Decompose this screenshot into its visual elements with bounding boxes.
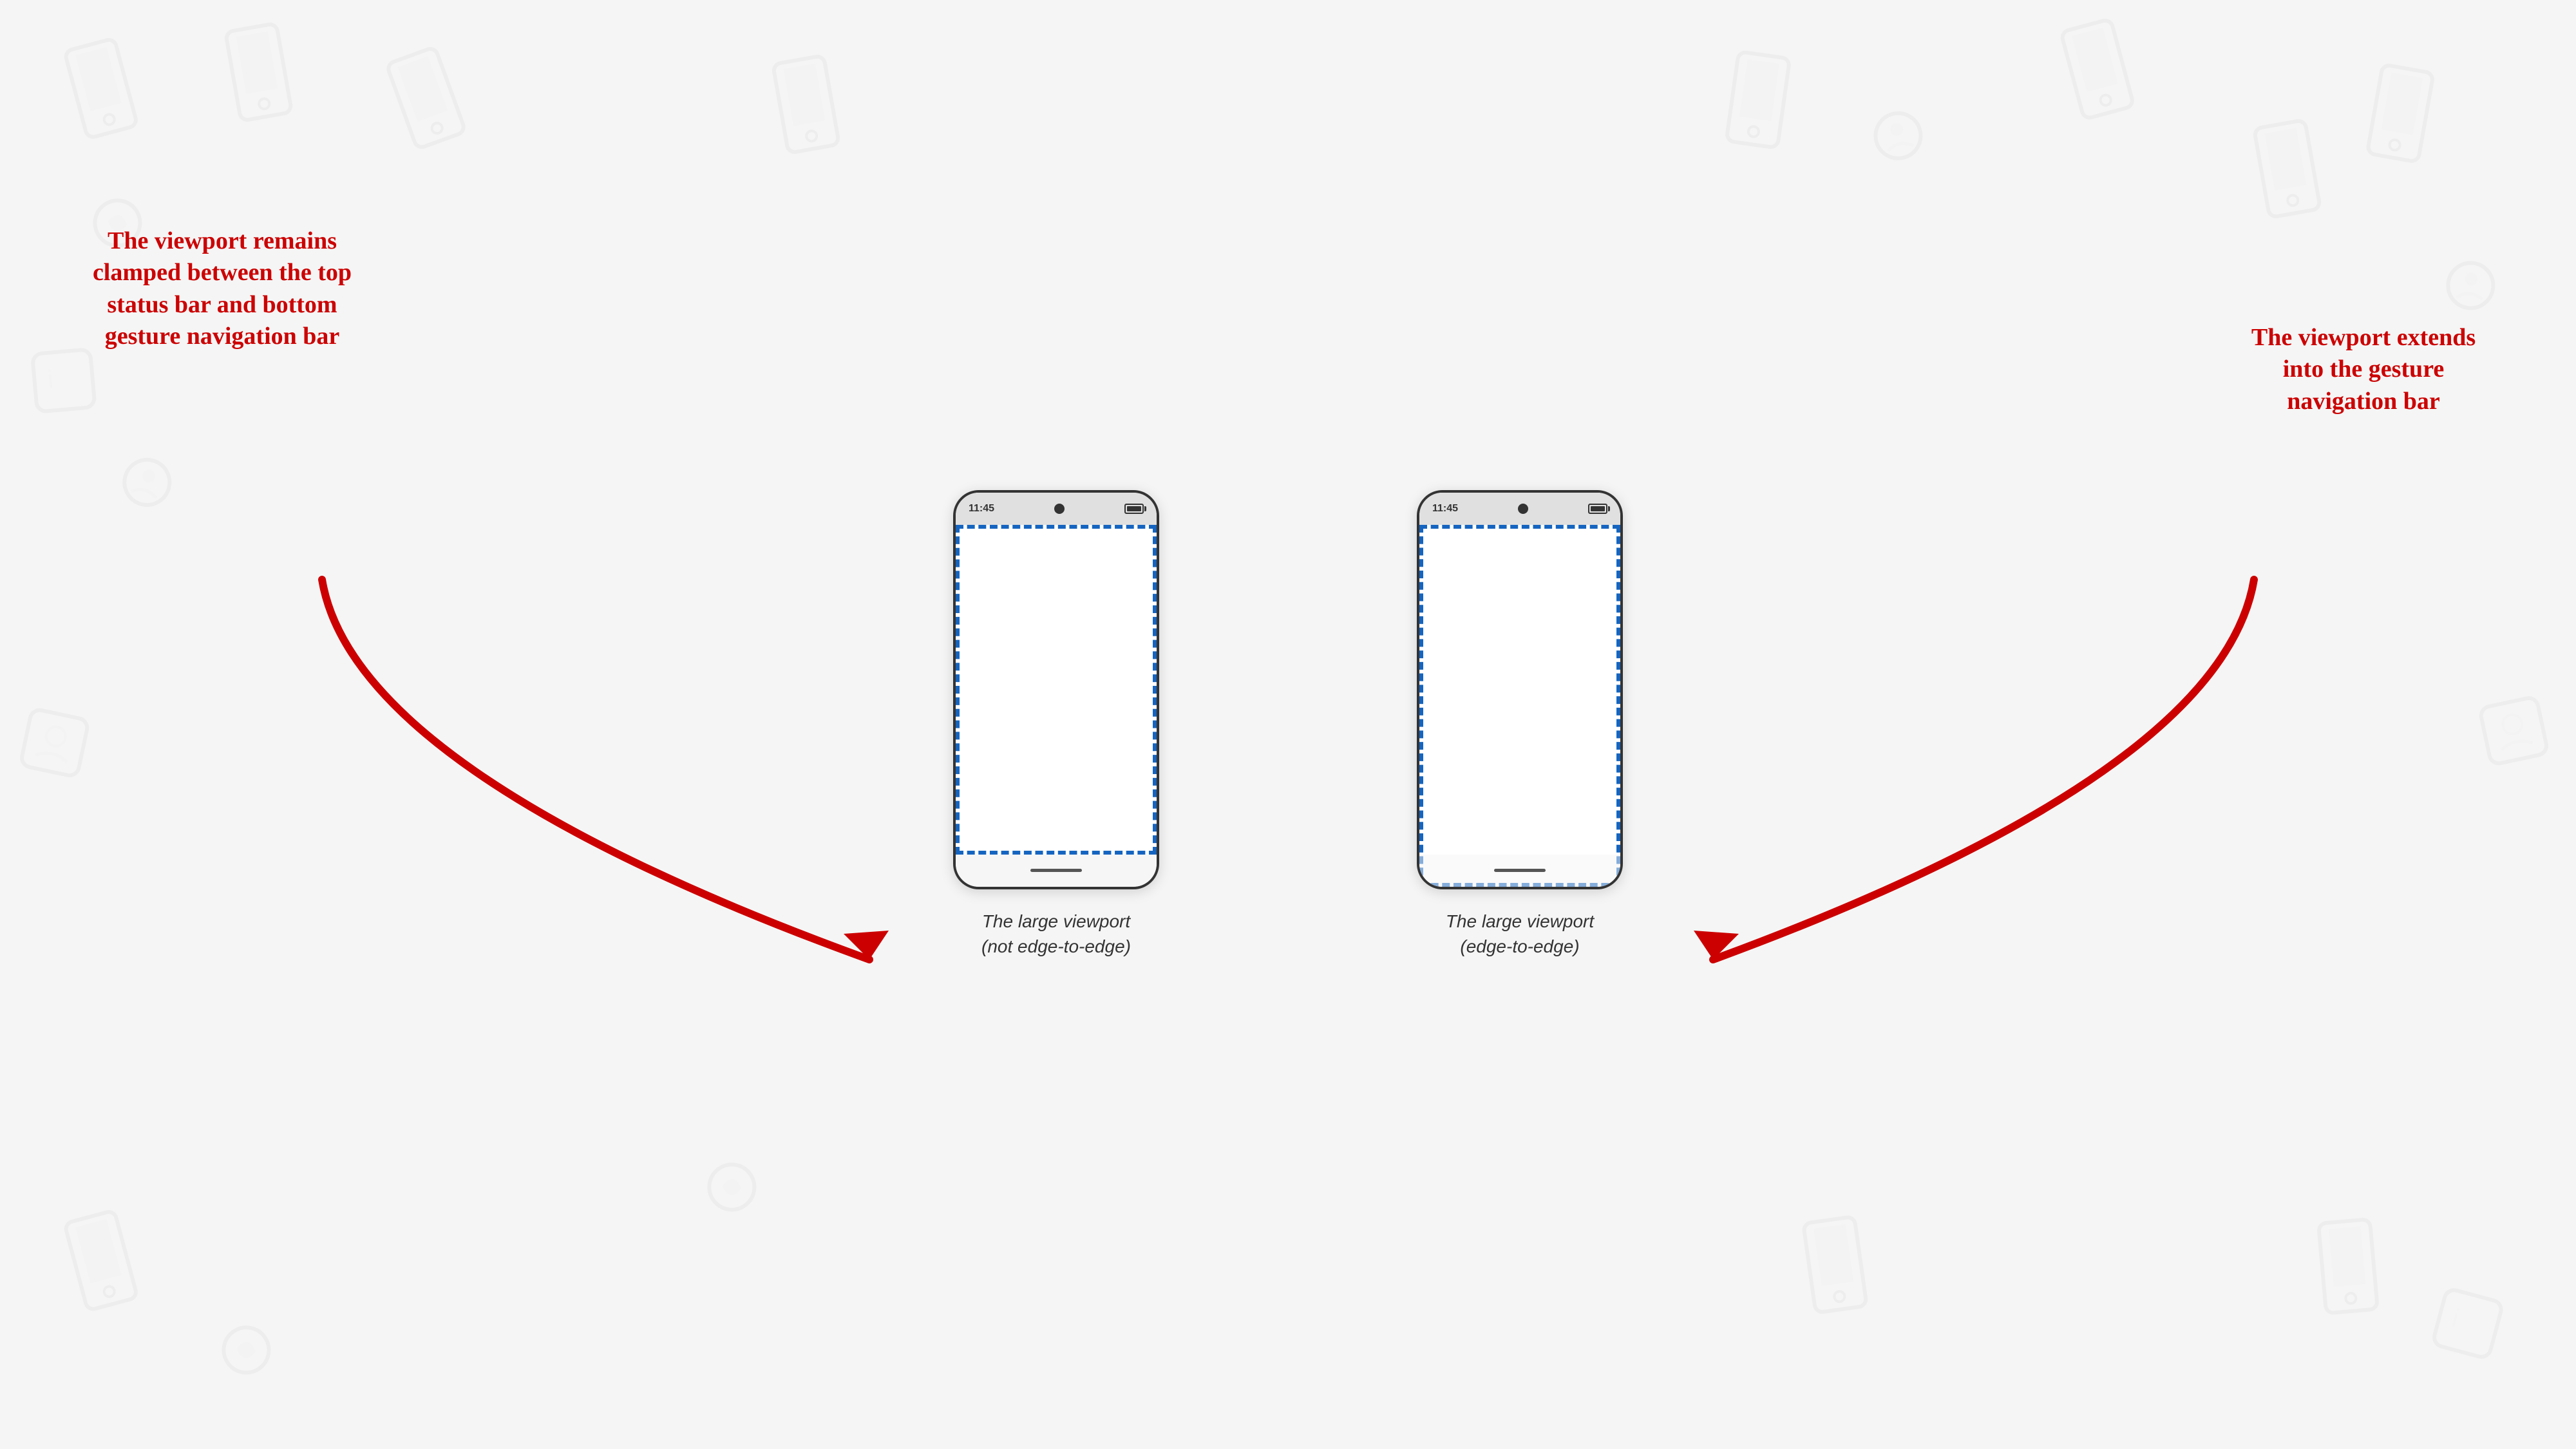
camera-dot-left <box>1054 504 1065 514</box>
phone-body-right <box>1419 493 1620 887</box>
phone-wrapper-left: 11:45 <box>953 490 1159 889</box>
phone-mockup-left: 11:45 <box>953 490 1159 889</box>
viewport-edge <box>1419 525 1620 887</box>
main-content: 11:45 The large viewport <box>0 0 2576 1449</box>
status-time-left: 11:45 <box>969 503 994 515</box>
phone-mockup-right: 11:45 <box>1417 490 1623 889</box>
caption-right: The large viewport (edge-to-edge) <box>1446 909 1594 959</box>
status-bar-right: 11:45 <box>1419 493 1620 525</box>
viewport-clamped <box>956 525 1157 855</box>
nav-bar-right <box>1419 855 1620 887</box>
caption-left: The large viewport (not edge-to-edge) <box>981 909 1131 959</box>
phone-group-left: 11:45 The large viewport <box>953 490 1159 959</box>
camera-dot-right <box>1518 504 1528 514</box>
battery-right <box>1588 504 1607 514</box>
status-bar-left: 11:45 <box>956 493 1157 525</box>
phone-group-right: 11:45 The large viewport <box>1417 490 1623 959</box>
battery-left <box>1124 504 1144 514</box>
phone-body-left <box>956 493 1157 887</box>
nav-bar-left <box>956 855 1157 887</box>
battery-fill-right <box>1591 506 1605 511</box>
gesture-indicator-right <box>1494 869 1546 872</box>
gesture-indicator-left <box>1030 869 1082 872</box>
status-time-right: 11:45 <box>1432 503 1458 515</box>
battery-fill-left <box>1127 506 1141 511</box>
phone-wrapper-right: 11:45 <box>1417 490 1623 889</box>
